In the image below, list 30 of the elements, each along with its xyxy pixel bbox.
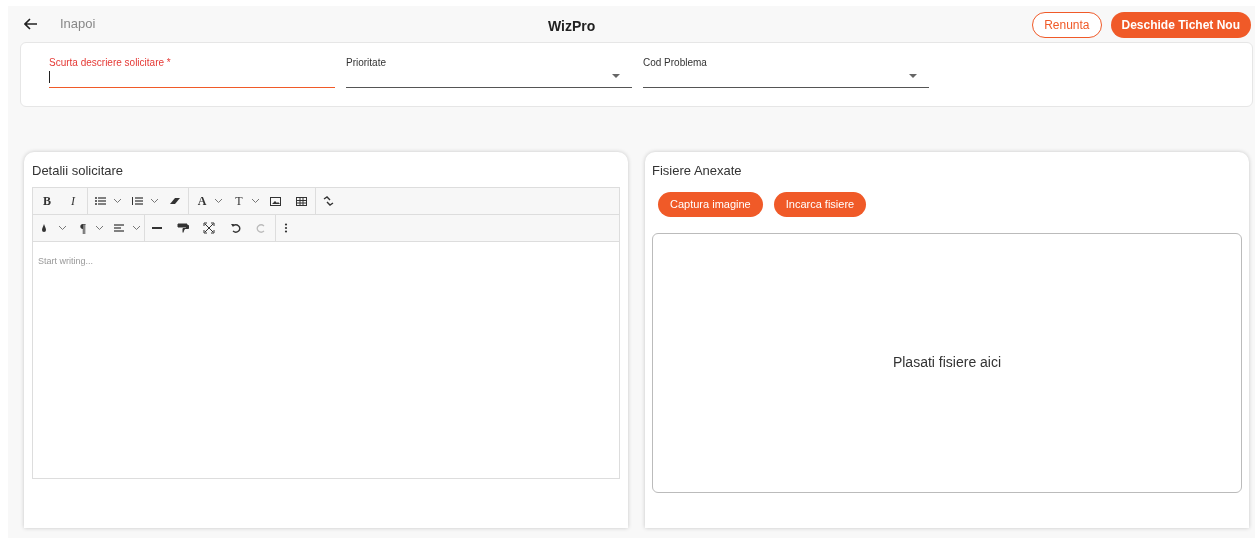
caret-icon <box>114 198 121 203</box>
file-dropzone[interactable]: Plasati fisiere aici <box>652 232 1242 493</box>
caret-icon <box>151 198 158 203</box>
caret-icon <box>215 198 222 203</box>
font-color-button[interactable]: A <box>189 191 215 210</box>
field-label: Scurta descriere solicitare * <box>49 56 172 70</box>
back-label: Inapoi <box>60 15 96 34</box>
select-field[interactable]: Prioritate <box>346 55 632 88</box>
paragraph-button[interactable]: ¶ <box>70 218 96 237</box>
select-field[interactable]: Cod Problema <box>643 55 929 88</box>
editor-placeholder: Start writing... <box>38 255 93 266</box>
caret-icon <box>59 225 66 230</box>
text-field[interactable]: Scurta descriere solicitare * <box>49 55 335 88</box>
text-cursor <box>49 71 50 83</box>
card-title: Detalii solicitare <box>32 162 125 180</box>
font-size-button[interactable]: T <box>226 191 252 210</box>
dropdown-caret-icon <box>909 74 917 78</box>
card-title: Fisiere Anexate <box>652 162 743 180</box>
back-arrow-icon <box>24 18 38 30</box>
caret-icon <box>96 225 103 230</box>
field-label: Cod Problema <box>643 56 708 70</box>
rich-text-editor[interactable]: B I A T ¶ Start writing... <box>32 186 620 479</box>
app-title: WizPro <box>548 17 596 36</box>
bold-button[interactable]: B <box>34 191 60 210</box>
italic-button[interactable]: I <box>60 191 86 210</box>
dropzone-text: Plasati fisiere aici <box>892 353 1002 372</box>
caret-icon <box>133 225 140 230</box>
dropdown-caret-icon <box>612 74 620 78</box>
field-label: Prioritate <box>346 56 387 70</box>
caret-icon <box>252 198 259 203</box>
